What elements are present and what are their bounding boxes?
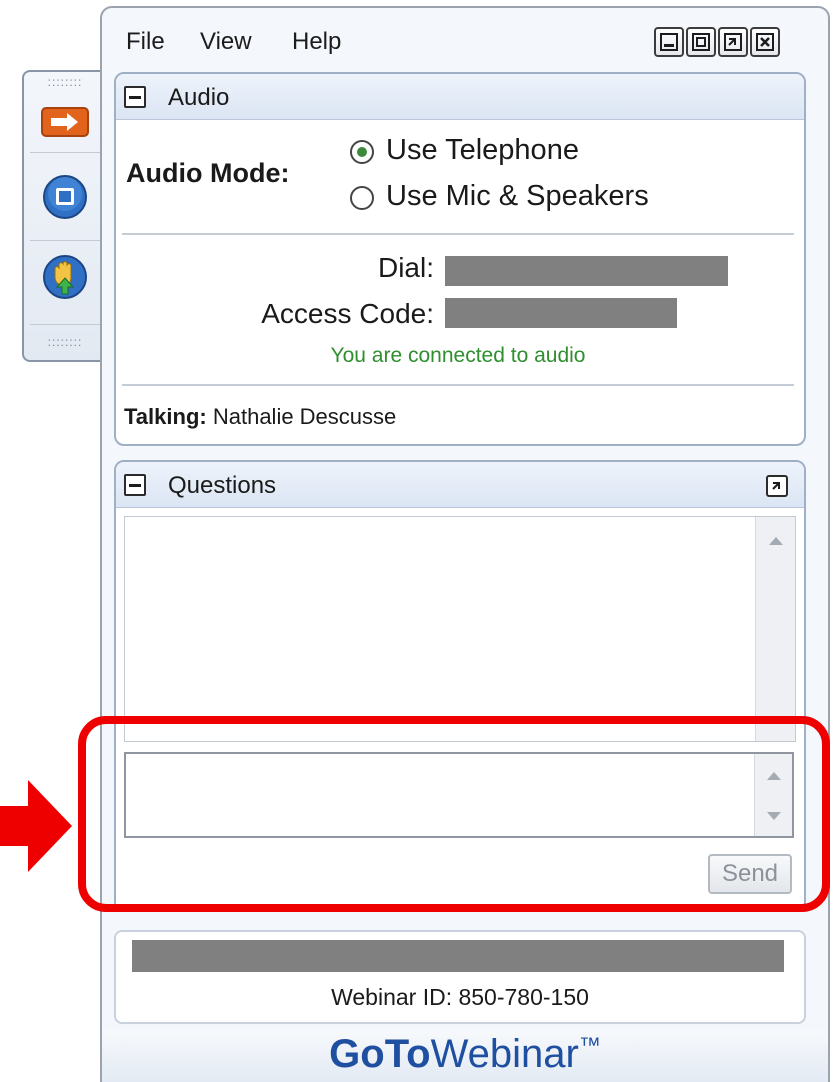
toolbar-separator bbox=[30, 152, 100, 153]
menu-help[interactable]: Help bbox=[292, 28, 341, 56]
radio-mic-indicator[interactable] bbox=[350, 186, 374, 210]
questions-popout-button[interactable] bbox=[766, 475, 788, 497]
raise-hand-button[interactable] bbox=[40, 252, 90, 302]
minimize-icon bbox=[660, 33, 678, 51]
restore-button[interactable] bbox=[686, 27, 716, 57]
talking-row: Talking: Nathalie Descusse bbox=[124, 404, 396, 430]
close-icon bbox=[756, 33, 774, 51]
questions-panel-header: Questions bbox=[116, 462, 804, 508]
audio-status: You are connected to audio bbox=[330, 344, 586, 367]
radio-use-telephone[interactable]: Use Telephone bbox=[346, 134, 746, 168]
toolbar-separator bbox=[30, 240, 100, 241]
audio-panel-header: Audio bbox=[116, 74, 804, 120]
scroll-up-arrow[interactable] bbox=[769, 537, 783, 545]
arrow-right-icon bbox=[41, 107, 89, 137]
radio-mic-label: Use Mic & Speakers bbox=[386, 180, 649, 212]
screen-viewer-button[interactable] bbox=[40, 172, 90, 222]
minimize-button[interactable] bbox=[654, 27, 684, 57]
radio-telephone-label: Use Telephone bbox=[386, 134, 579, 166]
menu-view[interactable]: View bbox=[200, 28, 252, 56]
popout-icon bbox=[724, 33, 742, 51]
toolbar-grip-top[interactable]: :::::::: bbox=[24, 76, 106, 96]
access-code-redacted bbox=[445, 298, 677, 328]
talking-name: Nathalie Descusse bbox=[212, 404, 397, 429]
questions-panel-title: Questions bbox=[168, 472, 277, 499]
raise-hand-icon bbox=[43, 255, 87, 299]
highlight-rectangle bbox=[78, 716, 830, 912]
menu-file[interactable]: File bbox=[126, 28, 165, 56]
screen-icon bbox=[43, 175, 87, 219]
red-arrow-icon bbox=[0, 780, 72, 872]
audio-panel-title: Audio bbox=[168, 84, 230, 111]
audio-collapse-icon[interactable] bbox=[124, 86, 146, 108]
gotowebinar-logo: GoToWebinar™ bbox=[102, 1032, 828, 1077]
talking-label: Talking: bbox=[124, 404, 207, 429]
logo-goto: GoTo bbox=[329, 1032, 431, 1076]
toolbar-grip-bottom[interactable]: :::::::: bbox=[24, 336, 106, 356]
side-toolbar: :::::::: :::::::: bbox=[22, 70, 108, 362]
question-log-scrollbar[interactable] bbox=[755, 517, 795, 741]
restore-icon bbox=[692, 33, 710, 51]
questions-collapse-icon[interactable] bbox=[124, 474, 146, 496]
popout-button[interactable] bbox=[718, 27, 748, 57]
show-hide-control-panel-button[interactable] bbox=[40, 102, 90, 152]
question-log[interactable] bbox=[124, 516, 796, 742]
logo-webinar: Webinar bbox=[430, 1032, 579, 1076]
audio-mode-label: Audio Mode: bbox=[126, 158, 290, 188]
dial-label: Dial: bbox=[377, 252, 434, 283]
close-button[interactable] bbox=[750, 27, 780, 57]
talking-divider bbox=[122, 384, 794, 386]
dial-number-redacted bbox=[445, 256, 728, 286]
logo-tm: ™ bbox=[578, 1032, 601, 1058]
radio-telephone-indicator[interactable] bbox=[350, 140, 374, 164]
access-code-label: Access Code: bbox=[261, 298, 434, 329]
webinar-title-redacted bbox=[132, 940, 784, 972]
toolbar-separator bbox=[30, 324, 100, 325]
audio-divider bbox=[122, 233, 794, 235]
radio-use-mic-speakers[interactable]: Use Mic & Speakers bbox=[346, 180, 746, 216]
webinar-id: Webinar ID: 850-780-150 bbox=[331, 984, 589, 1010]
popout-icon bbox=[772, 482, 780, 490]
